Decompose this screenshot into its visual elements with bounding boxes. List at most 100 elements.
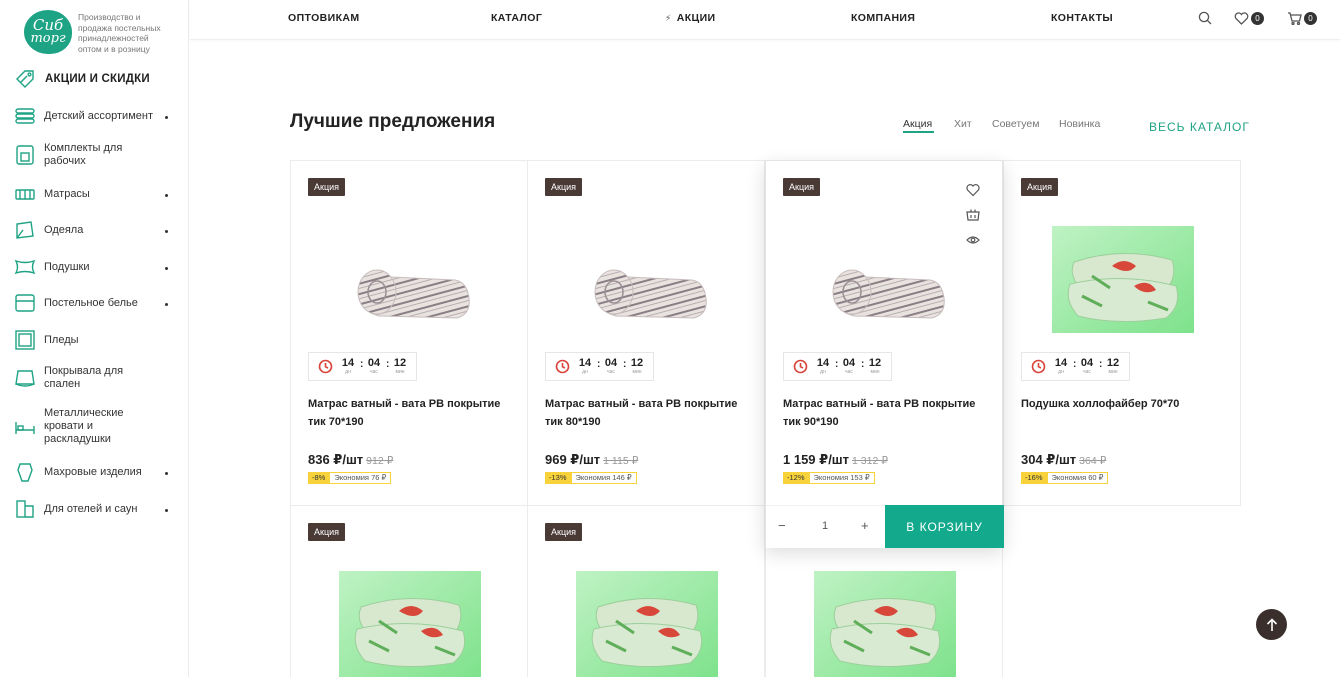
nav-sales-label: АКЦИИ (676, 12, 716, 24)
tab-recommend[interactable]: Советуем (992, 118, 1040, 130)
sidebar-item-bedding[interactable]: Постельное белье (14, 292, 174, 314)
product-image[interactable] (576, 226, 718, 333)
wishlist-heart-icon[interactable] (966, 183, 980, 197)
nav-company[interactable]: КОМПАНИЯ (851, 12, 915, 24)
plaid-icon (15, 330, 35, 350)
product-image[interactable] (814, 226, 956, 333)
sidebar-item-blankets[interactable]: Одеяла (14, 219, 174, 241)
product-price: 969 ₽/шт 1 115 ₽ (545, 452, 638, 468)
tab-sale[interactable]: Акция (903, 118, 932, 130)
submenu-arrow-icon (165, 472, 168, 475)
discount-percent: -12% (783, 472, 809, 484)
timer-minutes: 12 мин (867, 357, 883, 375)
product-card[interactable]: Акция 14 дн : 04 час : 12 мин Подушка холло… (1003, 160, 1241, 506)
product-card[interactable]: Акция 14 дн : 04 час : 12 мин Матрас ватный… (527, 160, 765, 506)
sale-sticker: Акция (545, 523, 582, 541)
product-name[interactable]: Подушка холлофайбер 70*70 (1021, 395, 1226, 413)
timer-hours-value: 04 (842, 357, 856, 369)
pillow-icon (14, 259, 36, 275)
nav-contacts[interactable]: КОНТАКТЫ (1051, 12, 1113, 24)
compare-icon[interactable] (966, 208, 980, 222)
timer-days-caption: дн (345, 369, 351, 375)
old-price: 1 312 ₽ (852, 455, 888, 467)
sidebar-item-mattresses[interactable]: Матрасы (14, 183, 174, 205)
sidebar-item-pillows[interactable]: Подушки (14, 256, 174, 278)
all-catalog-link[interactable]: ВЕСЬ КАТАЛОГ (1149, 120, 1250, 134)
timer-days-value: 14 (816, 357, 830, 369)
logo-badge[interactable]: Сиб торг (24, 10, 72, 54)
discount-info: -12% Экономия 153 ₽ (783, 472, 875, 484)
timer-hours-value: 04 (367, 357, 381, 369)
product-image[interactable] (814, 571, 956, 677)
tab-new[interactable]: Новинка (1059, 118, 1100, 130)
heart-icon[interactable] (1234, 12, 1249, 25)
timer-sep: : (597, 359, 601, 370)
sidebar-item-label: Одеяла (44, 223, 84, 236)
search-icon[interactable] (1198, 11, 1212, 25)
workwear-icon (16, 145, 34, 165)
current-price: 836 ₽/шт (308, 452, 364, 467)
tab-hit[interactable]: Хит (954, 118, 972, 130)
product-card[interactable]: Акция 14 дн : 04 час : 12 мин Матрас ватный… (290, 160, 528, 506)
nav-wholesale[interactable]: ОПТОВИКАМ (288, 12, 360, 24)
timer-sep: : (1073, 359, 1077, 370)
nav-sales[interactable]: ⚡ АКЦИИ (665, 12, 716, 24)
sidebar-item-metal-beds[interactable]: Металлические кровати и раскладушки (14, 407, 174, 446)
sidebar-item-label: Подушки (44, 260, 90, 273)
product-price: 836 ₽/шт 912 ₽ (308, 452, 393, 468)
product-name[interactable]: Матрас ватный - вата РВ покрытие тик 80*… (545, 395, 750, 431)
quick-view-eye-icon[interactable] (966, 233, 980, 247)
timer-days: 14 дн (577, 357, 593, 375)
product-name[interactable]: Матрас ватный - вата РВ покрытие тик 70*… (308, 395, 513, 431)
product-price: 304 ₽/шт 364 ₽ (1021, 452, 1106, 468)
discount-info: -13% Экономия 146 ₽ (545, 472, 637, 484)
product-image[interactable] (576, 571, 718, 677)
sale-sticker: Акция (545, 178, 582, 196)
add-to-cart-button[interactable]: В КОРЗИНУ (885, 505, 1004, 548)
quantity-input[interactable]: 1 (822, 520, 828, 532)
scroll-to-top-button[interactable] (1256, 609, 1287, 640)
product-image[interactable] (339, 571, 481, 677)
sidebar-item-label: Матрасы (44, 187, 90, 200)
timer-sep: : (835, 359, 839, 370)
product-name[interactable]: Матрас ватный - вата РВ покрытие тик 90*… (783, 395, 988, 431)
product-card[interactable]: Акция (290, 505, 528, 677)
sidebar-item-bedspreads[interactable]: Покрывала для спален (14, 365, 174, 391)
timer-hours-caption: час (370, 369, 378, 375)
sidebar-item-label: Махровые изделия (44, 465, 142, 478)
timer-sep: : (623, 359, 627, 370)
timer-minutes: 12 мин (1105, 357, 1121, 375)
economy-amount: Экономия 146 ₽ (570, 472, 637, 484)
sidebar-item-label: Металлические кровати и раскладушки (44, 407, 124, 445)
logo[interactable]: Сиб торг Производство и продажа постельн… (24, 10, 174, 54)
old-price: 1 115 ₽ (603, 455, 639, 467)
nav-catalog[interactable]: КАТАЛОГ (491, 12, 542, 24)
timer-days-caption: дн (582, 369, 588, 375)
active-tab-indicator (903, 131, 934, 133)
timer-hours: 04 час (1079, 357, 1095, 375)
logo-line2: торг (30, 31, 66, 46)
cart-icon[interactable] (1287, 12, 1302, 25)
product-card-hovered[interactable]: Акция 14 дн : 04 час : 12 мин Матрас ватный… (765, 160, 1004, 548)
timer-minutes-caption: мин (1108, 369, 1118, 375)
discount-percent: -16% (1021, 472, 1047, 484)
quantity-decrease-button[interactable]: − (778, 518, 786, 533)
sidebar-item-plaids[interactable]: Пледы (14, 329, 174, 351)
product-image[interactable] (1052, 226, 1194, 333)
timer-hours-caption: час (607, 369, 615, 375)
sidebar-item-hotels[interactable]: Для отелей и саун (14, 498, 174, 520)
submenu-arrow-icon (165, 116, 168, 119)
sidebar-item-workwear[interactable]: Комплекты для рабочих (14, 142, 174, 168)
sidebar-item-kids[interactable]: Детский ассортимент (14, 105, 174, 127)
product-card[interactable]: Акция (527, 505, 765, 677)
timer-hours-caption: час (845, 369, 853, 375)
sidebar-item-towels[interactable]: Махровые изделия (14, 461, 174, 483)
sale-sticker: Акция (308, 523, 345, 541)
countdown-timer: 14 дн : 04 час : 12 мин (1021, 352, 1130, 381)
submenu-arrow-icon (165, 230, 168, 233)
sidebar-item-label: Для отелей и саун (44, 502, 138, 515)
submenu-arrow-icon (165, 194, 168, 197)
quantity-increase-button[interactable]: + (861, 518, 869, 533)
product-image[interactable] (339, 226, 481, 333)
sidebar-promo-link[interactable]: АКЦИИ И СКИДКИ (14, 68, 150, 90)
